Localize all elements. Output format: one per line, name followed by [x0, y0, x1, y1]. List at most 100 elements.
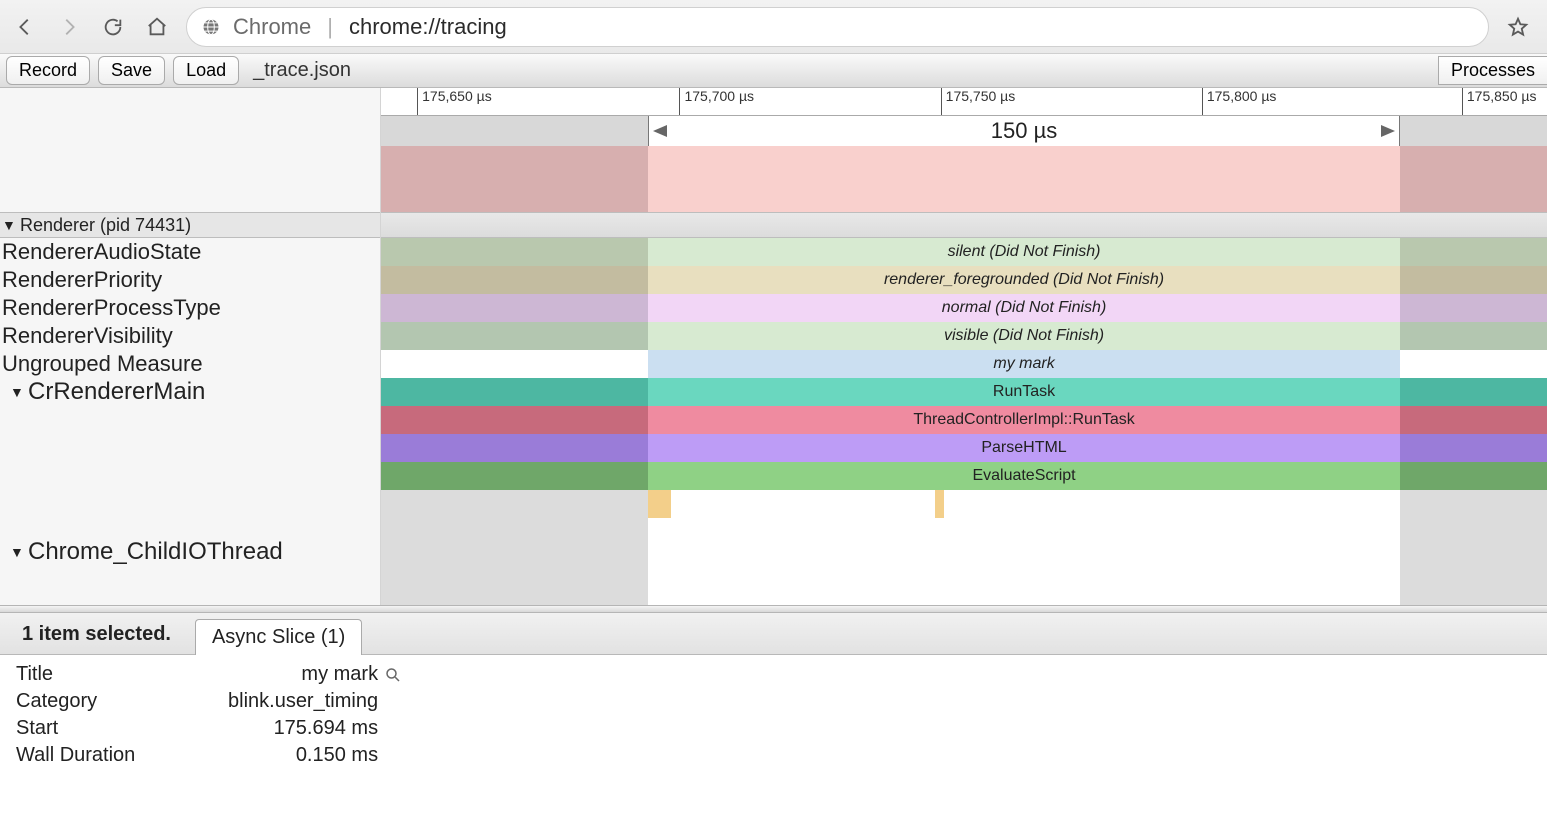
- trace-slice[interactable]: [381, 518, 648, 546]
- trace-slice[interactable]: [648, 146, 1400, 212]
- chevron-down-icon[interactable]: ▼: [10, 538, 28, 566]
- trace-slice[interactable]: [1400, 490, 1547, 518]
- details-row: Titlemy mark: [16, 661, 402, 688]
- site-icon: [201, 17, 221, 37]
- track-label-text: Chrome_ChildIOThread: [28, 538, 283, 566]
- details-row: Categoryblink.user_timing: [16, 688, 402, 715]
- trace-slice[interactable]: ThreadControllerImpl::RunTask: [648, 406, 1400, 434]
- details-key: Title: [16, 661, 228, 688]
- track-label: ▼CrRendererMain: [0, 378, 380, 406]
- record-button[interactable]: Record: [6, 56, 90, 85]
- trace-slice[interactable]: [1400, 294, 1547, 322]
- trace-slice[interactable]: [1400, 406, 1547, 434]
- track-row: my mark: [381, 350, 1547, 378]
- trace-slice-label: RunTask: [993, 383, 1055, 401]
- trace-slice[interactable]: [1400, 434, 1547, 462]
- track-row: silent (Did Not Finish): [381, 238, 1547, 266]
- details-tab[interactable]: Async Slice (1): [195, 619, 362, 655]
- trace-slice[interactable]: [1400, 238, 1547, 266]
- trace-slice[interactable]: [381, 266, 648, 294]
- details-value: my mark: [228, 661, 384, 688]
- forward-icon[interactable]: [58, 16, 80, 38]
- trace-slice[interactable]: [1400, 518, 1547, 546]
- reload-icon[interactable]: [102, 16, 124, 38]
- trace-slice[interactable]: renderer_foregrounded (Did Not Finish): [648, 266, 1400, 294]
- trace-slice[interactable]: my mark: [648, 350, 1400, 378]
- trace-slice[interactable]: [648, 490, 671, 518]
- trace-slice[interactable]: silent (Did Not Finish): [648, 238, 1400, 266]
- trace-slice-label: silent (Did Not Finish): [948, 243, 1101, 261]
- selection-range[interactable]: 150 µs: [648, 116, 1400, 146]
- trace-slice[interactable]: [1400, 462, 1547, 490]
- browser-chrome: Chrome | chrome://tracing: [0, 0, 1547, 54]
- trace-slice[interactable]: [381, 322, 648, 350]
- trace-slice[interactable]: [1400, 378, 1547, 406]
- track-row: visible (Did Not Finish): [381, 322, 1547, 350]
- trace-slice[interactable]: [381, 406, 648, 434]
- trace-slice[interactable]: EvaluateScript: [648, 462, 1400, 490]
- track-label-text: CrRendererMain: [28, 378, 205, 406]
- time-ruler[interactable]: 175,650 µs175,700 µs175,750 µs175,800 µs…: [381, 88, 1547, 116]
- bookmark-star-icon[interactable]: [1507, 16, 1529, 38]
- track-row: renderer_foregrounded (Did Not Finish): [381, 266, 1547, 294]
- trace-slice-label: ParseHTML: [981, 439, 1066, 457]
- selection-strip[interactable]: 150 µs: [381, 116, 1547, 146]
- details-row: Start175.694 ms: [16, 715, 402, 742]
- trace-slice[interactable]: [1400, 146, 1547, 212]
- pane-resize-handle[interactable]: [0, 605, 1547, 613]
- track-row: [381, 546, 1547, 605]
- details-row: Wall Duration0.150 ms: [16, 742, 402, 769]
- trace-slice[interactable]: [935, 490, 944, 518]
- load-button[interactable]: Load: [173, 56, 239, 85]
- trace-slice[interactable]: normal (Did Not Finish): [648, 294, 1400, 322]
- trace-slice[interactable]: [381, 378, 648, 406]
- trace-slice[interactable]: [1400, 266, 1547, 294]
- trace-slice[interactable]: [944, 490, 1400, 518]
- trace-slice[interactable]: RunTask: [648, 378, 1400, 406]
- track-label-text: RendererPriority: [2, 266, 162, 294]
- track-label-text: RendererAudioState: [2, 238, 201, 266]
- omnibox-url: chrome://tracing: [349, 14, 507, 40]
- trace-slice[interactable]: visible (Did Not Finish): [648, 322, 1400, 350]
- timeline[interactable]: 175,650 µs175,700 µs175,750 µs175,800 µs…: [381, 88, 1547, 605]
- trace-slice[interactable]: [671, 490, 928, 518]
- home-icon[interactable]: [146, 16, 168, 38]
- back-icon[interactable]: [14, 16, 36, 38]
- magnify-icon[interactable]: [384, 666, 402, 684]
- omnibox[interactable]: Chrome | chrome://tracing: [186, 7, 1489, 47]
- trace-slice[interactable]: [381, 146, 648, 212]
- track-label-text: RendererVisibility: [2, 322, 173, 350]
- trace-filename: _trace.json: [253, 59, 351, 82]
- track-label-text: RendererProcessType: [2, 294, 221, 322]
- ruler-tick: 175,650 µs: [417, 88, 492, 115]
- ruler-tick: 175,750 µs: [941, 88, 1016, 115]
- track-label: Ungrouped Measure: [0, 350, 380, 378]
- trace-slice[interactable]: ParseHTML: [648, 434, 1400, 462]
- track-label: [0, 462, 380, 490]
- trace-slice[interactable]: [381, 238, 648, 266]
- track-label: RendererVisibility: [0, 322, 380, 350]
- track-row: normal (Did Not Finish): [381, 294, 1547, 322]
- track-row: [381, 518, 1547, 546]
- processes-button[interactable]: Processes: [1438, 56, 1547, 85]
- trace-slice[interactable]: [381, 294, 648, 322]
- chevron-down-icon: ▼: [2, 211, 20, 239]
- track-label: RendererProcessType: [0, 294, 380, 322]
- details-value: 0.150 ms: [228, 742, 384, 769]
- trace-slice[interactable]: [1400, 546, 1547, 605]
- trace-slice[interactable]: [381, 462, 648, 490]
- trace-slice-label: normal (Did Not Finish): [942, 299, 1106, 317]
- track-label: [0, 434, 380, 462]
- track-label-text: Ungrouped Measure: [2, 350, 203, 378]
- save-button[interactable]: Save: [98, 56, 165, 85]
- trace-slice[interactable]: [1400, 322, 1547, 350]
- trace-slice[interactable]: [381, 490, 648, 518]
- details-body: Titlemy markCategoryblink.user_timingSta…: [0, 655, 1547, 775]
- trace-slice[interactable]: [381, 434, 648, 462]
- process-header[interactable]: ▼ Renderer (pid 74431): [0, 212, 380, 238]
- trace-slice[interactable]: [381, 546, 648, 605]
- chevron-down-icon[interactable]: ▼: [10, 378, 28, 406]
- process-header-track: [381, 212, 1547, 238]
- ruler-tick: 175,700 µs: [679, 88, 754, 115]
- track-label: RendererPriority: [0, 266, 380, 294]
